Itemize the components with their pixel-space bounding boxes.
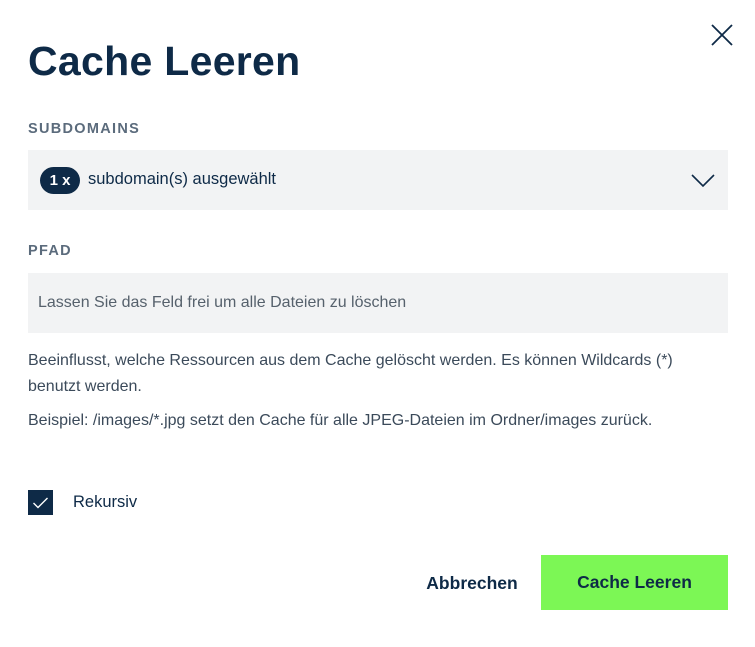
close-button[interactable] [708,21,736,49]
close-icon [711,24,733,46]
path-label: PFAD [28,243,72,259]
chevron-down-icon [691,174,715,188]
subdomains-select[interactable]: 1 x subdomain(s) ausgewählt [28,150,728,210]
recursive-checkbox[interactable] [28,490,53,515]
help-text-example: Beispiel: /images/*.jpg setzt den Cache … [28,412,653,429]
count-badge: 1 x [40,167,80,194]
checkmark-icon [33,497,48,508]
subdomains-label: SUBDOMAINS [28,121,141,137]
clear-cache-dialog: Cache Leeren SUBDOMAINS 1 x subdomain(s)… [0,0,755,647]
recursive-label[interactable]: Rekursiv [73,493,137,512]
help-text-wildcards: Beeinflusst, welche Ressourcen aus dem C… [28,352,673,395]
dialog-title: Cache Leeren [28,38,301,84]
cancel-button[interactable]: Abbrechen [412,566,532,600]
subdomains-selected-text: subdomain(s) ausgewählt [88,170,277,188]
clear-cache-button[interactable]: Cache Leeren [541,555,728,610]
path-input[interactable] [28,273,728,333]
